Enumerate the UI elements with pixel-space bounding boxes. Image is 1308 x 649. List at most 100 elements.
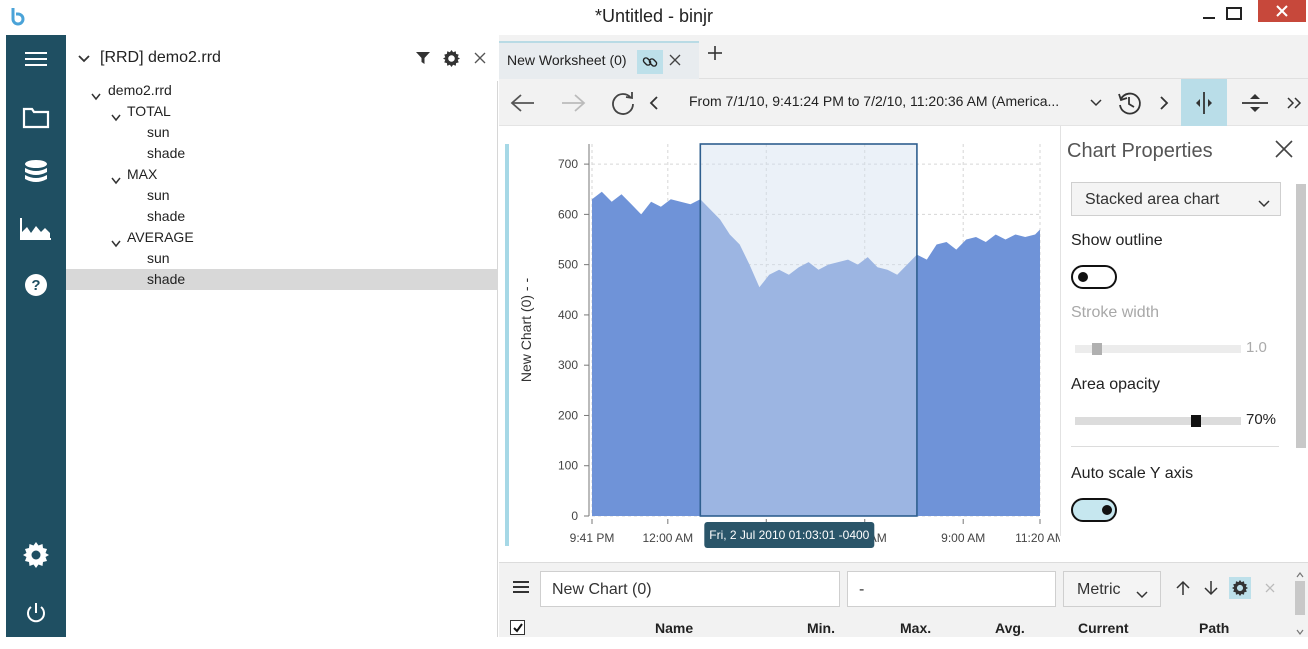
time-range-selector[interactable]: From 7/1/10, 9:41:24 PM to 7/2/10, 11:20… (689, 93, 1059, 109)
column-max[interactable]: Max. (900, 620, 931, 636)
close-properties-icon[interactable] (1275, 140, 1293, 161)
select-all-checkbox[interactable] (510, 620, 525, 635)
y-axis-label: New Chart (0) - - (518, 278, 534, 383)
column-min[interactable]: Min. (807, 620, 835, 636)
tree-leaf-total-shade[interactable]: shade (66, 143, 498, 164)
worksheet-tabbar: New Worksheet (0) (499, 35, 1308, 79)
hamburger-icon[interactable] (513, 580, 529, 597)
range-forward-chevron-icon[interactable] (1151, 79, 1177, 126)
chart-name-input[interactable]: New Chart (0) (540, 571, 840, 607)
y-tick-label: 200 (558, 408, 578, 422)
tree-node-average[interactable]: AVERAGE (66, 227, 498, 248)
chart-area-icon[interactable] (6, 209, 66, 249)
folder-icon[interactable] (6, 97, 66, 137)
y-tick-label: 100 (558, 459, 578, 473)
y-tick-label: 600 (558, 207, 578, 221)
show-outline-label: Show outline (1071, 232, 1163, 249)
y-tick-label: 0 (571, 509, 578, 523)
close-tab-icon[interactable] (669, 53, 681, 69)
vertical-crosshair-icon[interactable] (1181, 79, 1227, 126)
x-tick-label: 9:41 PM (570, 531, 615, 545)
tree-node-max[interactable]: MAX (66, 164, 498, 185)
forward-arrow-icon[interactable] (553, 79, 593, 126)
source-title: [RRD] demo2.rrd (100, 49, 221, 66)
tree-leaf-max-sun[interactable]: sun (66, 185, 498, 206)
stroke-width-value: 1.0 (1246, 339, 1267, 356)
navigation-rail: ? (6, 35, 66, 637)
collapse-source-icon[interactable] (78, 51, 90, 67)
close-window-icon[interactable] (1258, 0, 1306, 22)
chevron-down-icon (1258, 195, 1270, 211)
tree-leaf-average-shade[interactable]: shade (66, 269, 498, 290)
area-opacity-label: Area opacity (1071, 376, 1160, 393)
menu-icon[interactable] (6, 39, 66, 79)
column-name[interactable]: Name (655, 620, 693, 636)
range-back-chevron-icon[interactable] (641, 79, 667, 126)
power-icon[interactable] (6, 593, 66, 633)
chart-properties-panel: Chart Properties Stacked area chart Show… (1060, 126, 1308, 536)
properties-divider (1071, 446, 1279, 447)
selection-rectangle (699, 143, 918, 517)
area-opacity-slider[interactable] (1075, 415, 1241, 427)
tree-leaf-max-shade[interactable]: shade (66, 206, 498, 227)
unit-input[interactable]: - (847, 571, 1056, 607)
area-opacity-value: 70% (1246, 411, 1277, 428)
chart-settings-gear-icon[interactable] (1229, 577, 1251, 599)
y-tick-label: 500 (558, 258, 578, 272)
source-header: [RRD] demo2.rrd (66, 35, 498, 81)
column-avg[interactable]: Avg. (995, 620, 1025, 636)
x-tick-label: 11:20 AM (1015, 531, 1060, 545)
tree-node-total[interactable]: TOTAL (66, 101, 498, 122)
worksheet-area: New Worksheet (0) From 7/1/10, 9:41:24 P… (499, 35, 1308, 637)
settings-gear-icon[interactable] (6, 535, 66, 575)
unit-prefix-select[interactable]: Metric (1063, 571, 1161, 607)
maximize-icon[interactable] (1211, 0, 1257, 28)
title-bar: *Untitled - binjr (0, 0, 1308, 34)
filter-icon[interactable] (414, 49, 432, 67)
stroke-width-label: Stroke width (1071, 304, 1160, 321)
column-path[interactable]: Path (1199, 620, 1229, 636)
y-tick-label: 300 (558, 358, 578, 372)
selection-tooltip-text: Fri, 2 Jul 2010 01:03:01 -0400 (709, 528, 869, 542)
close-source-icon[interactable] (471, 49, 489, 67)
x-tick-label: 12:00 AM (642, 531, 693, 545)
chart-settings-bar: New Chart (0) - Metric Name Min. Max. Av… (499, 562, 1308, 637)
tree-leaf-total-sun[interactable]: sun (66, 122, 498, 143)
move-up-arrow-icon[interactable] (1172, 577, 1194, 599)
source-tree-pane: [RRD] demo2.rrd demo2.rrd TOTAL sun shad… (66, 35, 498, 637)
show-outline-toggle[interactable] (1071, 265, 1117, 289)
database-icon[interactable] (6, 153, 66, 193)
auto-scale-toggle[interactable] (1071, 498, 1117, 522)
x-tick-label: 9:00 AM (941, 531, 985, 545)
more-chevrons-icon[interactable] (1281, 79, 1307, 126)
history-icon[interactable] (1109, 79, 1149, 126)
back-arrow-icon[interactable] (503, 79, 543, 126)
worksheet-toolbar: From 7/1/10, 9:41:24 PM to 7/2/10, 11:20… (499, 79, 1308, 126)
column-current[interactable]: Current (1078, 620, 1129, 636)
auto-scale-label: Auto scale Y axis (1071, 465, 1194, 482)
svg-text:?: ? (31, 277, 40, 294)
tree-leaf-average-sun[interactable]: sun (66, 248, 498, 269)
help-icon[interactable]: ? (6, 265, 66, 305)
link-icon[interactable] (637, 50, 663, 74)
move-down-arrow-icon[interactable] (1200, 577, 1222, 599)
chart-type-select[interactable]: Stacked area chart (1071, 182, 1281, 216)
tree-node-root[interactable]: demo2.rrd (66, 80, 498, 101)
series-table-scrollbar[interactable] (1294, 569, 1306, 638)
range-dropdown-chevron-icon[interactable] (1083, 79, 1109, 126)
window-title: *Untitled - binjr (594, 6, 714, 26)
properties-scrollbar[interactable] (1295, 172, 1307, 536)
source-settings-gear-icon[interactable] (442, 49, 460, 67)
tab-new-worksheet[interactable]: New Worksheet (0) (499, 41, 699, 79)
chart-zone: 70060050040030020010009:41 PM12:00 AM3:0… (499, 126, 1308, 562)
chevron-down-icon (1136, 586, 1148, 602)
add-tab-icon[interactable] (707, 45, 727, 65)
properties-title: Chart Properties (1067, 140, 1213, 162)
horizontal-crosshair-icon[interactable] (1233, 79, 1277, 126)
y-tick-label: 700 (558, 157, 578, 171)
close-chart-icon[interactable] (1259, 577, 1281, 599)
y-tick-label: 400 (558, 308, 578, 322)
area-chart[interactable]: 70060050040030020010009:41 PM12:00 AM3:0… (499, 126, 1060, 562)
stroke-width-slider[interactable] (1075, 343, 1241, 355)
refresh-icon[interactable] (603, 79, 643, 126)
